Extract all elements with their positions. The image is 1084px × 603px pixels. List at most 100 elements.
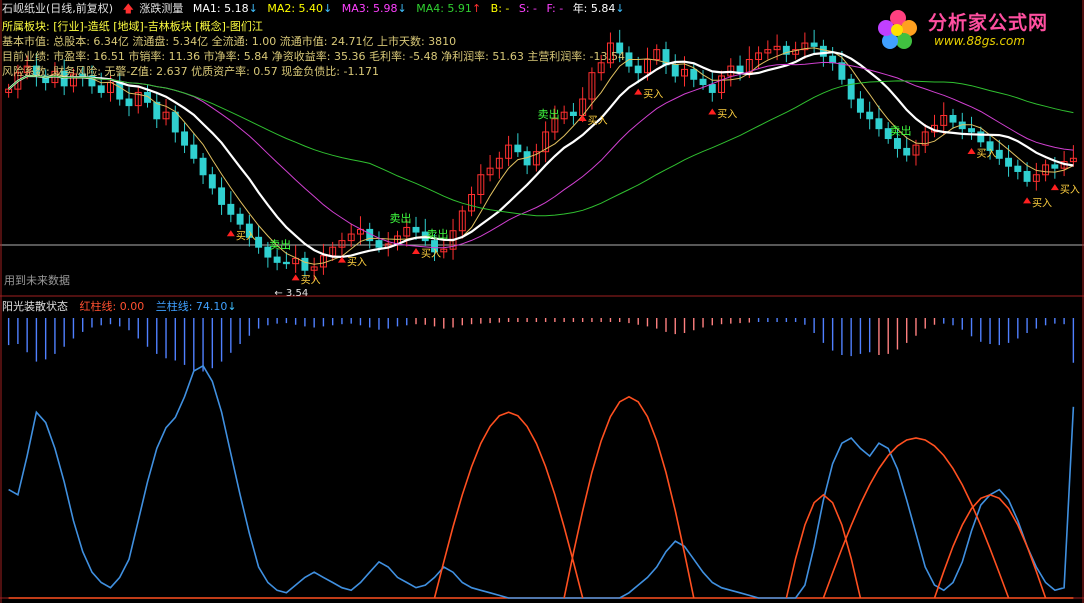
- year-value: 年: 5.84: [572, 2, 616, 15]
- buy-signal-label: 买入: [347, 257, 367, 269]
- sell-signal-label: 卖出: [389, 211, 411, 225]
- ma3-value: MA3: 5.98: [341, 2, 398, 15]
- down-arrow-icon: ↓: [397, 2, 407, 15]
- buy-arrow-icon: [412, 248, 421, 255]
- buy-arrow-icon: [634, 88, 643, 95]
- candle: [708, 84, 716, 93]
- sell-signal-label: 卖出: [538, 107, 560, 121]
- red-line-segment: [563, 395, 695, 599]
- blue-line-value: 兰柱线: 74.10: [155, 300, 228, 313]
- candle: [1005, 157, 1013, 167]
- buy-arrow-icon: [1050, 184, 1059, 191]
- info-line-sector: 所属板块: [行业]-造纸 [地域]-吉林板块 [概念]-图们江: [2, 20, 263, 33]
- candle: [690, 68, 698, 80]
- buy-arrow-icon: [291, 274, 300, 281]
- candle: [153, 101, 161, 120]
- candle: [301, 257, 309, 271]
- red-line-segment: [433, 411, 584, 599]
- candle: [412, 226, 420, 233]
- candle: [227, 203, 235, 215]
- red-line-value: 红柱线: 0.00: [79, 300, 145, 313]
- candle: [903, 147, 911, 156]
- candle: [569, 111, 577, 116]
- main-header: 石岘纸业(日线,前复权) 🡅 涨跌测量 MA1: 5.18↓ MA2: 5.40…: [2, 2, 631, 16]
- candle: [866, 111, 874, 120]
- candle: [671, 64, 679, 77]
- ma1-value: MA1: 5.18: [192, 2, 249, 15]
- down-arrow-icon: ↓: [248, 2, 258, 15]
- red-line-segment: [785, 493, 862, 599]
- candle: [273, 256, 281, 263]
- buy-signal-label: 买入: [717, 108, 737, 120]
- sub-header: 阳光装散状态 红柱线: 0.00 兰柱线: 74.10↓: [2, 298, 245, 314]
- candle: [375, 240, 383, 248]
- candle: [514, 144, 522, 153]
- candle: [116, 82, 124, 100]
- buy-signal-label: 买入: [236, 230, 256, 242]
- candle: [218, 187, 226, 205]
- buy-signal-label: 买入: [1060, 184, 1080, 196]
- watermark: 分析家公式网 www.88gs.com: [870, 6, 1080, 54]
- blue-line-series: [8, 364, 1075, 599]
- candle: [819, 45, 827, 57]
- red-line-segment: [933, 493, 1047, 599]
- up-arrow-icon: ↑: [471, 2, 482, 15]
- candle: [838, 62, 846, 80]
- info-line-market-value: 基本市值: 总股本: 6.34亿 流通盘: 5.34亿 全流通: 1.00 流通…: [2, 35, 457, 48]
- candle: [1023, 170, 1031, 182]
- candle: [875, 118, 883, 130]
- f-value: F: -: [546, 2, 564, 15]
- candle: [634, 65, 642, 74]
- candle: [181, 131, 189, 146]
- candle: [282, 261, 290, 265]
- buy-signal-label: 买入: [301, 274, 321, 286]
- sub-indicator-name[interactable]: 阳光装散状态: [2, 300, 68, 313]
- candle: [949, 114, 957, 123]
- info-line-risk: 风险系数: 财务风险: 无警-Z值: 2.637 优质资产率: 0.57 现金负…: [2, 65, 379, 78]
- candle: [810, 42, 818, 47]
- red-line-segment: [822, 437, 1010, 599]
- buy-signal-label: 买入: [1032, 197, 1052, 209]
- buy-arrow-icon: [967, 147, 976, 154]
- candle: [1051, 164, 1059, 169]
- buy-signal-label: 买入: [643, 89, 663, 101]
- stock-name[interactable]: 石岘纸业(日线,前复权): [2, 2, 113, 15]
- low-price-label: ← 3.54: [274, 288, 308, 299]
- buy-signal-label: 买入: [421, 248, 441, 260]
- candle: [97, 85, 105, 93]
- future-data-label: 用到未来数据: [4, 274, 70, 287]
- buy-arrow-icon: [226, 230, 235, 237]
- down-arrow-icon: ↓: [323, 2, 333, 15]
- candle: [968, 128, 975, 133]
- sell-signal-label: 卖出: [427, 227, 449, 241]
- down-arrow-icon: ↓: [615, 2, 625, 15]
- candle: [199, 157, 207, 176]
- flower-logo-icon: [878, 10, 917, 49]
- buy-arrow-icon: [708, 108, 717, 115]
- candle: [208, 174, 216, 189]
- candle: [144, 91, 151, 103]
- candle: [125, 98, 133, 107]
- candle: [699, 78, 707, 86]
- down-arrow-icon: ↓: [227, 300, 237, 313]
- watermark-title: 分析家公式网: [928, 12, 1049, 34]
- candle: [995, 149, 1003, 159]
- b-value: B: -: [490, 2, 510, 15]
- ma4-value: MA4: 5.91: [416, 2, 472, 15]
- candle: [190, 144, 198, 159]
- up-arrow-icon: 🡅: [122, 2, 134, 15]
- buy-arrow-icon: [1023, 197, 1032, 204]
- buy-signal-label: 买入: [588, 115, 608, 127]
- candle: [847, 78, 855, 100]
- candle: [856, 98, 864, 113]
- indicator-name[interactable]: 涨跌测量: [139, 2, 183, 15]
- sell-signal-label: 卖出: [889, 123, 911, 137]
- s-value: S: -: [518, 2, 538, 15]
- candle: [171, 111, 179, 133]
- info-line-performance: 目前业绩: 市盈率: 16.51 市销率: 11.36 市净率: 5.84 净资…: [2, 50, 625, 63]
- ma-line-fast: [8, 47, 1074, 265]
- candle: [236, 213, 244, 225]
- sell-signal-label: 卖出: [269, 237, 291, 251]
- watermark-url: www.88gs.com: [934, 34, 1026, 48]
- candle: [893, 138, 901, 149]
